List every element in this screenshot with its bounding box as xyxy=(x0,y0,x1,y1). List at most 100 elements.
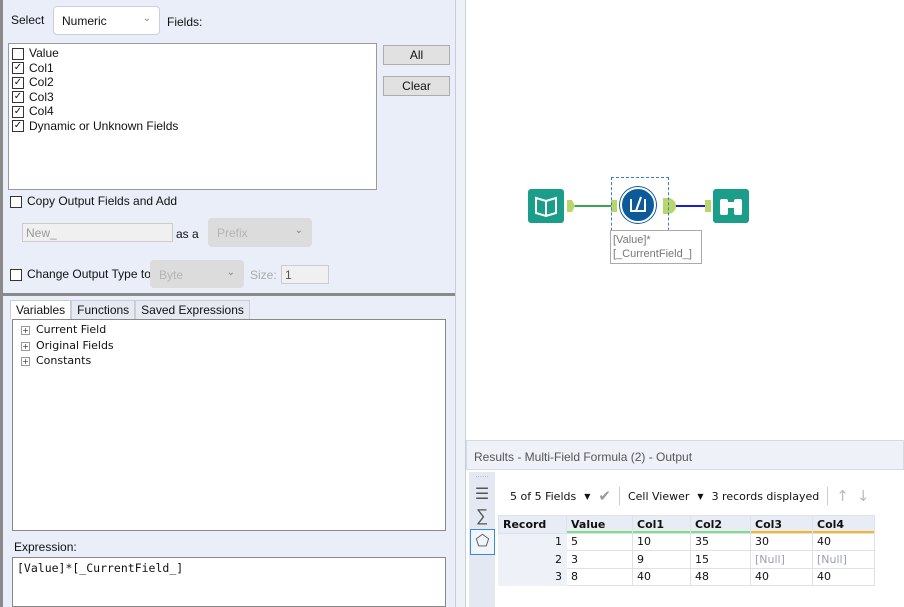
checkbox[interactable] xyxy=(10,268,22,281)
tree-node[interactable]: + Current Field xyxy=(13,322,445,338)
table-cell[interactable]: 9 xyxy=(632,550,691,569)
panel-splitter[interactable] xyxy=(455,0,466,607)
tab-saved-expressions[interactable]: Saved Expressions xyxy=(135,300,250,319)
field-item[interactable]: ✓ Col1 xyxy=(12,61,376,76)
select-type-value: Numeric xyxy=(62,14,107,28)
fields-selector[interactable]: 5 of 5 Fields xyxy=(510,490,576,503)
records-count: 3 records displayed xyxy=(711,489,820,503)
column-header[interactable]: Value xyxy=(566,515,633,534)
column-header[interactable]: Col3 xyxy=(750,515,813,534)
results-title: Results - Multi-Field Formula (2) - Outp… xyxy=(466,440,904,470)
table-cell[interactable]: 40 xyxy=(812,532,875,551)
field-item[interactable]: ✓ Dynamic or Unknown Fields xyxy=(12,119,376,134)
results-grid: Record Value Col1 Col2 Col3 Col4 1 5 10 35 30 40 2 3 9… xyxy=(498,515,875,586)
results-sidebar: ...... ☰ ∑ ⬠ xyxy=(469,471,495,607)
checkmark-icon[interactable]: ✔ xyxy=(598,487,611,505)
table-cell[interactable]: 3 xyxy=(566,550,633,569)
field-item[interactable]: ✓ Col2 xyxy=(12,75,376,90)
copy-output-checkbox[interactable]: Copy Output Fields and Add xyxy=(10,194,177,208)
arrow-down-icon[interactable]: ↓ xyxy=(857,487,870,505)
size-label: Size: xyxy=(250,268,277,282)
checkbox[interactable] xyxy=(10,195,22,208)
table-cell[interactable]: 30 xyxy=(750,532,813,551)
table-cell[interactable]: [Null] xyxy=(750,550,813,569)
field-item[interactable]: ✓ Col3 xyxy=(12,90,376,105)
checkbox[interactable]: ✓ xyxy=(12,62,24,75)
book-input-icon[interactable] xyxy=(528,189,564,223)
table-cell[interactable]: 48 xyxy=(690,567,751,586)
workflow-canvas[interactable]: [Value]* [_CurrentField_] xyxy=(466,0,904,437)
divider xyxy=(827,487,829,505)
cell-viewer-dropdown[interactable]: Cell Viewer xyxy=(628,490,689,503)
table-cell[interactable]: 35 xyxy=(690,532,751,551)
table-cell[interactable]: 10 xyxy=(632,532,691,551)
tree-node[interactable]: + Original Fields xyxy=(13,338,445,354)
table-view-icon[interactable]: ☰ xyxy=(469,484,495,504)
field-label: Value xyxy=(29,46,59,60)
size-input[interactable]: 1 xyxy=(281,265,329,284)
column-header[interactable]: Col4 xyxy=(812,515,875,534)
field-item[interactable]: Value xyxy=(12,46,376,61)
data-quality-bar xyxy=(813,530,874,533)
tool-annotation: [Value]* [_CurrentField_] xyxy=(610,230,702,264)
column-header[interactable]: Col2 xyxy=(690,515,751,534)
table-row: 3 8 40 48 40 40 xyxy=(498,567,875,586)
clear-button[interactable]: Clear xyxy=(383,76,450,96)
table-cell[interactable]: 40 xyxy=(750,567,813,586)
field-label: Col3 xyxy=(29,89,54,104)
caret-down-icon[interactable]: ▼ xyxy=(697,492,703,501)
checkbox[interactable] xyxy=(12,47,24,60)
table-cell[interactable]: 15 xyxy=(690,550,751,569)
record-number[interactable]: 1 xyxy=(498,532,567,551)
prefix-suffix-dropdown[interactable]: Prefix ⌄ xyxy=(208,218,312,247)
input-anchor xyxy=(705,200,711,212)
field-label: Dynamic or Unknown Fields xyxy=(29,118,179,133)
tree-node-label: Current Field xyxy=(36,323,107,336)
expand-icon[interactable]: + xyxy=(21,341,30,351)
caret-down-icon[interactable]: ▼ xyxy=(584,492,590,501)
field-label: Col1 xyxy=(29,60,54,75)
table-cell[interactable]: 5 xyxy=(566,532,633,551)
expand-icon[interactable]: + xyxy=(21,326,30,335)
copy-output-label: Copy Output Fields and Add xyxy=(27,194,178,208)
checkbox[interactable]: ✓ xyxy=(12,76,24,89)
chevron-down-icon: ⌄ xyxy=(142,13,151,24)
arrow-up-icon[interactable]: ↑ xyxy=(836,487,849,505)
annotation-line: [_CurrentField_] xyxy=(613,248,692,260)
tab-variables[interactable]: Variables xyxy=(10,300,72,319)
table-cell[interactable]: 40 xyxy=(632,567,691,586)
variables-tree[interactable]: + Current Field + Original Fields + Constants xyxy=(12,319,446,531)
record-number[interactable]: 3 xyxy=(498,567,567,586)
expression-label: Expression: xyxy=(14,540,77,554)
tab-functions[interactable]: Functions xyxy=(71,300,136,319)
expression-tabs: Variables Functions Saved Expressions xyxy=(10,300,250,319)
tree-node[interactable]: + Constants xyxy=(13,353,445,369)
results-toolbar: 5 of 5 Fields ▼ ✔ Cell Viewer ▼ 3 record… xyxy=(510,487,869,505)
table-cell[interactable]: 40 xyxy=(812,567,875,586)
checkbox[interactable]: ✓ xyxy=(12,120,24,133)
formula-icon[interactable] xyxy=(620,187,656,223)
change-type-checkbox[interactable]: Change Output Type to xyxy=(10,267,151,281)
table-cell[interactable]: 8 xyxy=(566,567,633,586)
fields-list[interactable]: Value ✓ Col1 ✓ Col2 ✓ Col3 ✓ Col4 ✓ Dynamic or Unk… xyxy=(8,43,377,190)
binoculars-browse-icon[interactable] xyxy=(713,189,749,223)
fields-label: Fields: xyxy=(167,15,203,29)
select-type-dropdown[interactable]: Numeric ⌄ xyxy=(53,6,160,35)
column-header[interactable]: Col1 xyxy=(632,515,691,534)
record-number[interactable]: 2 xyxy=(498,550,567,569)
table-cell[interactable]: [Null] xyxy=(812,550,875,569)
drag-handle[interactable]: ...... xyxy=(469,471,495,479)
output-type-dropdown[interactable]: Byte ⌄ xyxy=(150,260,244,288)
checkbox[interactable]: ✓ xyxy=(12,105,24,118)
prefix-input[interactable]: New_ xyxy=(22,223,173,242)
field-item[interactable]: ✓ Col4 xyxy=(12,104,376,119)
checkbox[interactable]: ✓ xyxy=(12,91,24,104)
data-quality-bar xyxy=(567,530,632,533)
tag-metadata-icon[interactable]: ⬠ xyxy=(470,529,495,555)
summary-sigma-icon[interactable]: ∑ xyxy=(469,506,495,526)
all-button[interactable]: All xyxy=(383,45,450,65)
table-row: 2 3 9 15 [Null] [Null] xyxy=(498,550,875,569)
expression-editor[interactable]: [Value]*[_CurrentField_] xyxy=(12,557,446,607)
expand-icon[interactable]: + xyxy=(21,357,30,366)
column-header[interactable]: Record xyxy=(498,515,567,534)
